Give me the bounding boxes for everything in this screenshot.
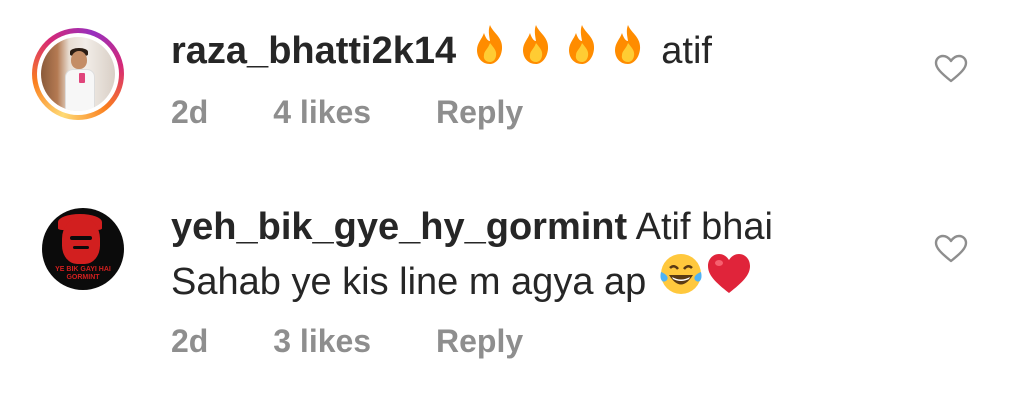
reply-button[interactable]: Reply	[436, 94, 523, 130]
fire-emoji	[605, 21, 651, 78]
heart-icon[interactable]	[934, 234, 968, 264]
comment-username[interactable]: yeh_bik_gye_hy_gormint	[171, 206, 627, 248]
comment-item: raza_bhatti2k14 atif 2d 4 likes Reply	[0, 0, 1024, 160]
avatar[interactable]: YE BIK GAYI HAI GORMINT	[42, 208, 124, 290]
avatar-border	[37, 33, 119, 115]
comment-username[interactable]: raza_bhatti2k14	[171, 30, 456, 72]
comment-text: atif	[661, 30, 712, 72]
comment-text-line2: Sahab ye kis line m agya ap	[171, 261, 647, 303]
comment-text-line1: Atif bhai	[635, 206, 773, 248]
comment-meta: 2d 3 likes Reply	[171, 323, 579, 360]
tears-of-joy-emoji	[657, 250, 705, 309]
comment-item: YE BIK GAYI HAI GORMINT yeh_bik_gye_hy_g…	[0, 160, 1024, 411]
fire-emoji	[559, 21, 605, 78]
comment-time: 2d	[171, 94, 209, 130]
comment-body: yeh_bik_gye_hy_gormint Atif bhai Sahab y…	[171, 204, 773, 309]
red-heart-emoji	[705, 250, 753, 309]
fire-emoji	[467, 21, 513, 78]
comment-body: raza_bhatti2k14 atif	[171, 21, 712, 78]
reply-button[interactable]: Reply	[436, 323, 523, 359]
comment-likes[interactable]: 3 likes	[273, 323, 371, 359]
avatar	[41, 37, 115, 111]
avatar-logo-text: YE BIK GAYI HAI GORMINT	[55, 266, 111, 281]
comment-likes[interactable]: 4 likes	[273, 94, 371, 130]
comment-time: 2d	[171, 323, 209, 359]
fire-emoji	[513, 21, 559, 78]
avatar-story-ring[interactable]	[32, 28, 124, 120]
heart-icon[interactable]	[934, 54, 968, 84]
comment-meta: 2d 4 likes Reply	[171, 94, 579, 131]
